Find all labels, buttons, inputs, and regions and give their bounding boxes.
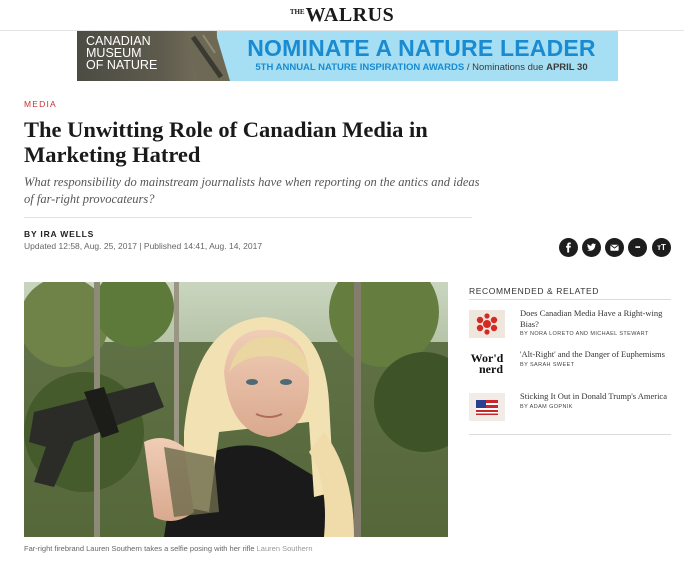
photo-credit: Lauren Southern xyxy=(256,544,313,553)
section-label[interactable]: MEDIA xyxy=(24,99,57,109)
related-thumbnail xyxy=(469,310,505,338)
site-header: THEWALRUS xyxy=(0,0,684,31)
email-icon xyxy=(610,244,619,251)
more-icon: ••• xyxy=(635,244,640,251)
ad-sub-nominations: / Nominations due xyxy=(464,62,547,73)
caption-text: Far-right firebrand Lauren Southern take… xyxy=(24,544,255,553)
logo-name: WALRUS xyxy=(305,4,395,26)
divider xyxy=(469,299,671,300)
published-date: Published 14:41, Aug. 14, 2017 xyxy=(143,241,263,251)
related-item[interactable]: Does Canadian Media Have a Right-wing Bi… xyxy=(469,308,671,346)
ad-banner[interactable]: Canadian Museum of Nature NOMINATE A NAT… xyxy=(77,31,618,81)
text-size-button[interactable]: тT xyxy=(652,238,671,257)
share-email-button[interactable] xyxy=(605,238,624,257)
related-title[interactable]: Sticking It Out in Donald Trump's Americ… xyxy=(520,391,670,402)
ad-subline: 5TH ANNUAL NATURE INSPIRATION AWARDS / N… xyxy=(229,62,614,73)
hero-photo xyxy=(24,282,448,537)
article-title: The Unwitting Role of Canadian Media in … xyxy=(24,117,428,167)
related-title[interactable]: 'Alt-Right' and the Danger of Euphemisms xyxy=(520,349,670,360)
related-thumbnail: Wor'd nerd xyxy=(469,351,505,379)
text-size-icon: тT xyxy=(657,243,666,252)
ad-plant-image xyxy=(185,31,230,81)
related-item[interactable]: Wor'd nerd 'Alt-Right' and the Danger of… xyxy=(469,349,671,387)
ad-sub-awards: 5TH ANNUAL NATURE INSPIRATION AWARDS xyxy=(255,62,465,73)
related-author: BY ADAM GOPNIK xyxy=(520,403,573,410)
facebook-icon xyxy=(566,242,571,253)
twitter-icon xyxy=(587,243,597,251)
related-author: BY NORA LORETO AND MICHAEL STEWART xyxy=(520,331,649,337)
related-title[interactable]: Does Canadian Media Have a Right-wing Bi… xyxy=(520,308,670,329)
related-heading: RECOMMENDED & RELATED xyxy=(469,286,600,296)
share-twitter-button[interactable] xyxy=(582,238,601,257)
thumb-nerd: nerd xyxy=(479,362,503,376)
related-thumbnail xyxy=(469,393,505,421)
divider xyxy=(469,434,671,435)
site-logo[interactable]: THEWALRUS xyxy=(0,4,684,27)
article-dates: Updated 12:58, Aug. 25, 2017 | Published… xyxy=(24,241,262,251)
divider xyxy=(24,217,472,218)
date-separator: | xyxy=(136,241,144,251)
share-facebook-button[interactable] xyxy=(559,238,578,257)
ad-headline: NOMINATE A NATURE LEADER xyxy=(247,35,596,61)
related-author: BY SARAH SWEET xyxy=(520,361,575,368)
related-item[interactable]: Sticking It Out in Donald Trump's Americ… xyxy=(469,391,671,429)
ad-sub-date: APRIL 30 xyxy=(546,62,588,73)
article-dek: What responsibility do mainstream journa… xyxy=(24,175,480,206)
photo-caption: Far-right firebrand Lauren Southern take… xyxy=(24,544,313,553)
updated-date: Updated 12:58, Aug. 25, 2017 xyxy=(24,241,137,251)
share-more-button[interactable]: ••• xyxy=(628,238,647,257)
logo-the: THE xyxy=(289,8,305,16)
byline[interactable]: BY IRA WELLS xyxy=(24,229,94,239)
